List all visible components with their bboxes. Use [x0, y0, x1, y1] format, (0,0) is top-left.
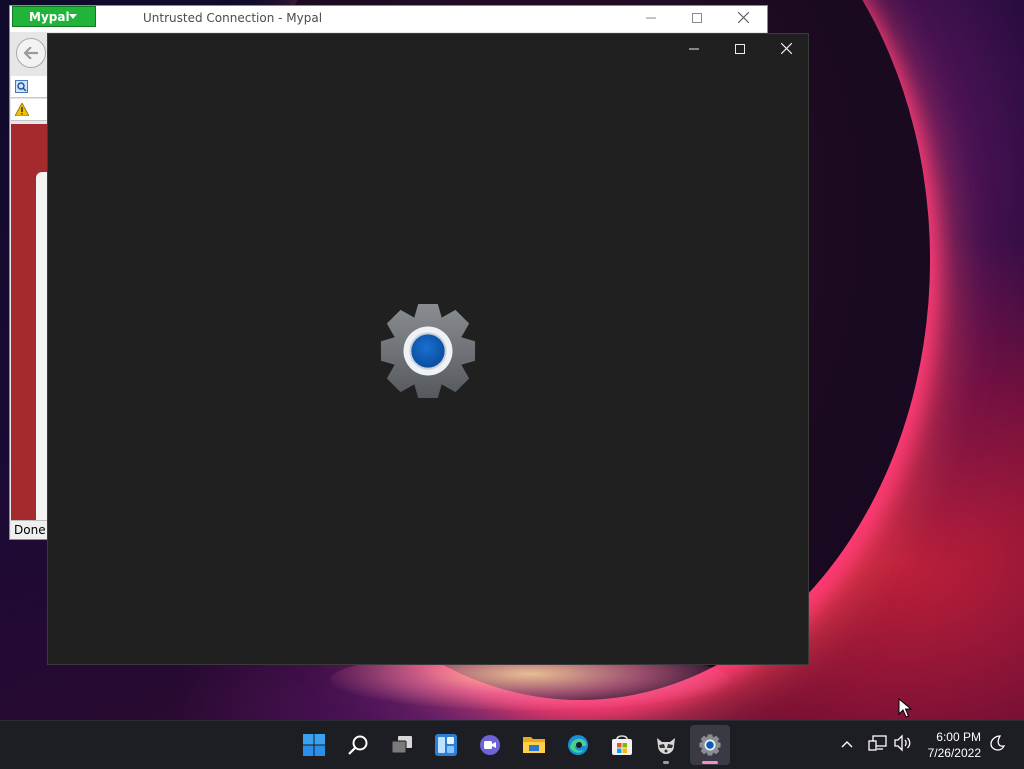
taskbar: 6:00 PM 7/26/2022 — [0, 720, 1024, 769]
raccoon-icon — [657, 738, 675, 754]
widgets-button[interactable] — [426, 725, 466, 765]
back-arrow-icon — [23, 46, 38, 60]
store-button[interactable] — [602, 725, 642, 765]
mypal-window-title: Untrusted Connection - Mypal — [143, 11, 323, 25]
edge-icon — [568, 735, 588, 755]
running-indicator — [663, 761, 669, 764]
edge-button[interactable] — [558, 725, 598, 765]
settings-gear-icon — [380, 303, 476, 399]
close-icon — [780, 42, 792, 55]
task-view-icon — [391, 736, 412, 754]
network-button[interactable] — [868, 734, 888, 755]
moon-icon — [990, 735, 1006, 751]
volume-button[interactable] — [893, 734, 913, 755]
mypal-titlebar[interactable]: Mypal Untrusted Connection - Mypal — [10, 6, 767, 32]
mypal-close-button[interactable] — [720, 6, 766, 32]
settings-minimize-button[interactable] — [671, 34, 717, 66]
active-indicator — [702, 761, 718, 764]
maximize-icon — [735, 44, 745, 54]
clock-time: 6:00 PM — [936, 730, 981, 744]
mypal-menu-label: Mypal — [29, 10, 70, 24]
caret-down-icon — [69, 14, 77, 19]
settings-window[interactable] — [47, 33, 809, 665]
settings-maximize-button[interactable] — [717, 34, 763, 66]
status-text: Done — [14, 523, 46, 537]
folder-icon — [523, 737, 545, 753]
camera-chat-icon — [480, 735, 500, 755]
taskbar-clock[interactable]: 6:00 PM 7/26/2022 — [917, 729, 981, 761]
gear-icon — [699, 734, 721, 756]
search-button[interactable] — [338, 725, 378, 765]
close-icon — [737, 11, 749, 24]
chat-button[interactable] — [470, 725, 510, 765]
chevron-up-icon — [841, 741, 853, 748]
settings-close-button[interactable] — [763, 34, 809, 66]
mypal-taskbar-button[interactable] — [646, 725, 686, 765]
file-explorer-button[interactable] — [514, 725, 554, 765]
show-hidden-icons-button[interactable] — [841, 737, 853, 752]
back-button[interactable] — [16, 38, 46, 68]
mypal-minimize-button[interactable] — [628, 6, 674, 32]
search-icon — [348, 735, 368, 755]
minimize-icon — [689, 48, 699, 50]
network-icon — [868, 735, 887, 751]
mouse-cursor — [898, 697, 913, 721]
focus-assist-button[interactable] — [988, 734, 1006, 755]
task-view-button[interactable] — [382, 725, 422, 765]
warning-icon — [14, 102, 30, 117]
maximize-icon — [692, 13, 702, 23]
mypal-maximize-button[interactable] — [674, 6, 720, 32]
settings-taskbar-button[interactable] — [690, 725, 730, 765]
windows-logo-icon — [303, 734, 325, 756]
volume-icon — [894, 734, 911, 752]
clock-date: 7/26/2022 — [927, 746, 981, 760]
magnifier-icon — [15, 80, 28, 93]
minimize-icon — [646, 17, 656, 19]
start-button[interactable] — [294, 725, 334, 765]
widgets-icon — [435, 734, 457, 756]
mypal-menu-button[interactable]: Mypal — [12, 6, 96, 27]
store-icon — [612, 735, 632, 755]
